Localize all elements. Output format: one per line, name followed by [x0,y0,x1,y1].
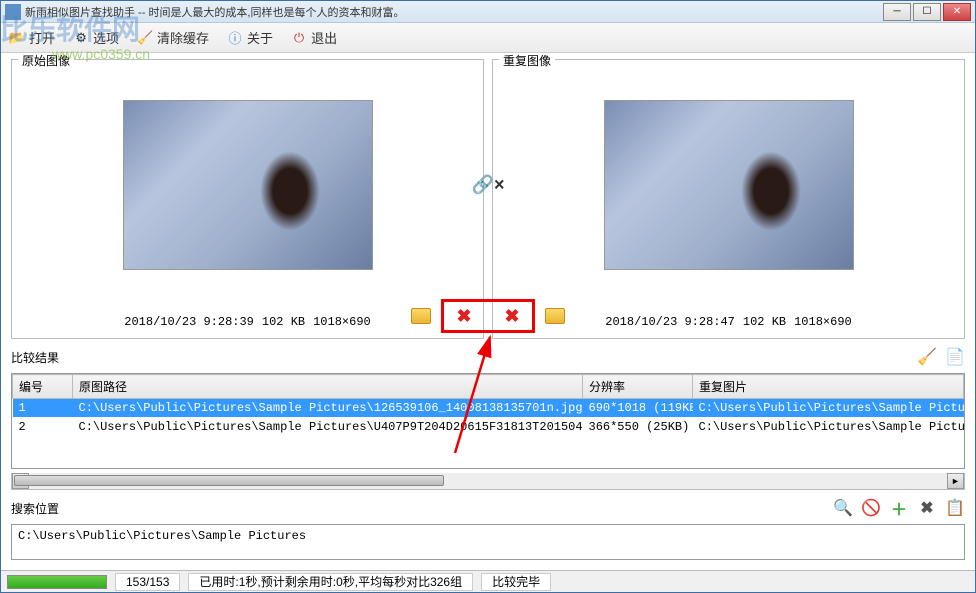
delete-left-button[interactable]: ✖ [454,306,474,326]
delete-highlight-box: ✖ ✖ [441,299,535,333]
search-location-box[interactable]: C:\Users\Public\Pictures\Sample Pictures [11,524,965,560]
exit-label: 退出 [311,28,337,47]
cell-res: 690*1018 (119KB) [583,399,693,418]
progress-bar [7,575,107,589]
status-state: 比较完毕 [481,573,551,591]
results-table[interactable]: 编号 原图路径 分辨率 重复图片 1C:\Users\Public\Pictur… [11,373,965,469]
duplicate-panel-title: 重复图像 [499,53,555,69]
clean-results-button[interactable]: 🧹 [917,347,937,367]
duplicate-dims: 1018×690 [794,315,852,329]
options-label: 选项 [93,28,119,47]
minimize-button[interactable]: ─ [883,3,911,21]
delete-right-button[interactable]: ✖ [502,306,522,326]
export-results-button[interactable]: 📄 [945,347,965,367]
stop-button[interactable]: 🚫 [861,498,881,518]
col-original-path[interactable]: 原图路径 [73,375,583,399]
open-label: 打开 [29,28,55,47]
scroll-thumb[interactable] [14,475,444,486]
table-row[interactable]: 2C:\Users\Public\Pictures\Sample Picture… [13,418,964,437]
clear-cache-label: 清除缓存 [157,28,209,47]
location-list-button[interactable]: 📋 [945,498,965,518]
search-path: C:\Users\Public\Pictures\Sample Pictures [18,529,306,543]
duplicate-datetime: 2018/10/23 9:28:47 [605,315,735,329]
window-title: 新雨相似图片查找助手 -- 时间是人最大的成本,同样也是每个人的资本和财富。 [25,4,883,20]
center-actions: ✖ ✖ [411,299,565,333]
folder-open-icon: 📂 [9,30,25,46]
maximize-button[interactable]: ☐ [913,3,941,21]
duplicate-meta: 2018/10/23 9:28:47 102 KB 1018×690 [495,308,962,336]
results-label: 比较结果 [11,349,59,366]
options-button[interactable]: ⚙ 选项 [73,28,119,47]
cell-res: 366*550 (25KB) [583,418,693,437]
cell-dup: C:\Users\Public\Pictures\Sample Pictures… [693,399,964,418]
exit-button[interactable]: ⏻ 退出 [291,28,337,47]
duplicate-size: 102 KB [743,315,786,329]
original-panel-title: 原始图像 [18,53,74,69]
remove-location-button[interactable]: ✖ [917,498,937,518]
open-right-folder-button[interactable] [545,308,565,324]
info-icon: ⓘ [227,30,243,46]
exit-icon: ⏻ [291,30,307,46]
status-count: 153/153 [115,573,180,591]
status-timing: 已用时:1秒,预计剩余用时:0秒,平均每秒对比326组 [188,573,473,591]
about-label: 关于 [247,28,273,47]
statusbar: 153/153 已用时:1秒,预计剩余用时:0秒,平均每秒对比326组 比较完毕 [1,570,975,592]
about-button[interactable]: ⓘ 关于 [227,28,273,47]
toolbar: 📂 打开 ⚙ 选项 🧹 清除缓存 ⓘ 关于 ⏻ 退出 [1,23,975,53]
original-image[interactable] [123,100,373,270]
gear-icon: ⚙ [73,30,89,46]
original-dims: 1018×690 [313,315,371,329]
duplicate-image[interactable] [604,100,854,270]
duplicate-image-panel: 重复图像 2018/10/23 9:28:47 102 KB 1018×690 [492,59,965,339]
cell-dup: C:\Users\Public\Pictures\Sample Pictures… [693,418,964,437]
table-row[interactable]: 1C:\Users\Public\Pictures\Sample Picture… [13,399,964,418]
col-resolution[interactable]: 分辨率 [583,375,693,399]
col-number[interactable]: 编号 [13,375,73,399]
cell-path: C:\Users\Public\Pictures\Sample Pictures… [73,418,583,437]
original-image-panel: 原始图像 2018/10/23 9:28:39 102 KB 1018×690 [11,59,484,339]
open-button[interactable]: 📂 打开 [9,28,55,47]
open-left-folder-button[interactable] [411,308,431,324]
original-datetime: 2018/10/23 9:28:39 [124,315,254,329]
add-location-button[interactable]: ＋ [889,498,909,518]
col-duplicate[interactable]: 重复图片 [693,375,964,399]
unlink-icon[interactable]: 🔗× [472,175,505,196]
titlebar: 新雨相似图片查找助手 -- 时间是人最大的成本,同样也是每个人的资本和财富。 ─… [1,1,975,23]
broom-icon: 🧹 [137,30,153,46]
cell-path: C:\Users\Public\Pictures\Sample Pictures… [73,399,583,418]
close-button[interactable]: ✕ [943,3,971,21]
cell-num: 1 [13,399,73,418]
cell-num: 2 [13,418,73,437]
search-button[interactable]: 🔍 [833,498,853,518]
original-size: 102 KB [262,315,305,329]
clear-cache-button[interactable]: 🧹 清除缓存 [137,28,209,47]
app-icon [5,4,21,20]
scroll-right-arrow[interactable]: ► [947,473,964,489]
results-h-scrollbar[interactable]: ◄ ► [11,473,965,490]
search-location-label: 搜索位置 [11,500,59,517]
